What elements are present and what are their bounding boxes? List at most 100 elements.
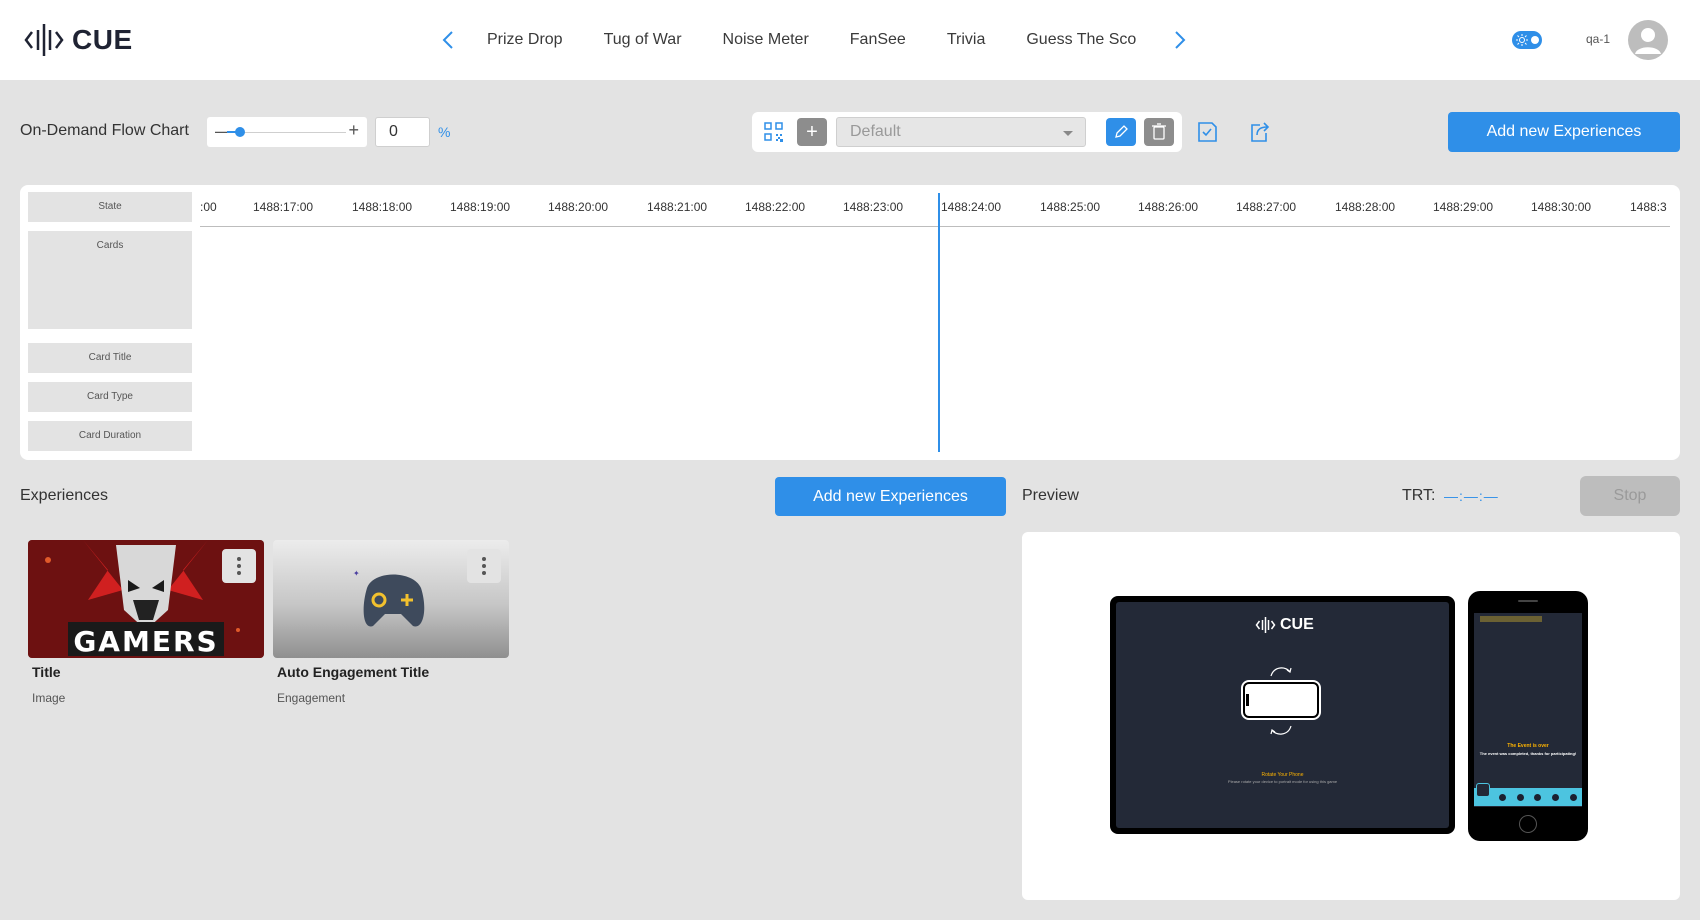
dot: [237, 557, 241, 561]
percent-unit: %: [438, 124, 451, 140]
nav-icon: [1516, 793, 1524, 801]
delete-preset-button[interactable]: [1144, 118, 1174, 146]
experiences-heading: Experiences: [20, 487, 109, 504]
timeline-tick: 1488:19:00: [450, 200, 511, 214]
nav-icon: [1499, 793, 1507, 801]
timeline-tick: 1488:22:00: [745, 200, 806, 214]
rotate-title: Rotate Your Phone: [1261, 772, 1304, 778]
preset-toolbar: + Default: [752, 112, 1182, 152]
slider-thumb[interactable]: [235, 127, 245, 137]
toggle-knob: [1531, 36, 1539, 44]
rotate-arrow-icon: [1270, 725, 1292, 735]
preset-select-value: Default: [850, 123, 901, 140]
caret-down-icon: [1063, 131, 1073, 136]
tablet-logo: CUE: [1255, 616, 1314, 634]
dot: [482, 564, 486, 568]
timeline-tick: 1488:25:00: [1040, 200, 1101, 214]
add-new-experiences-button-secondary[interactable]: Add new Experiences: [775, 477, 1006, 516]
timeline-axis: [200, 226, 1670, 227]
timeline-tick: 1488:30:00: [1531, 200, 1592, 214]
tab-prize-drop[interactable]: Prize Drop: [487, 28, 563, 52]
card-menu-button[interactable]: [222, 549, 256, 583]
preview-panel: CUE Rotate Your Phone Please rotate your…: [1022, 532, 1680, 900]
theme-toggle[interactable]: [1512, 31, 1542, 49]
trt-value: —:—:—: [1444, 488, 1499, 504]
zoom-input[interactable]: 0: [375, 117, 430, 147]
experience-tabs: Prize Drop Tug of War Noise Meter FanSee…: [487, 28, 1140, 52]
trash-icon: [1152, 123, 1166, 140]
tab-trivia[interactable]: Trivia: [947, 28, 986, 52]
add-new-experiences-button[interactable]: Add new Experiences: [1448, 112, 1680, 152]
tablet-logo-text: CUE: [1280, 616, 1314, 633]
timeline-tick: 1488:21:00: [647, 200, 708, 214]
phone-notch: [1246, 694, 1249, 706]
card-menu-button[interactable]: [467, 549, 501, 583]
timeline-playhead[interactable]: [938, 193, 940, 452]
tab-guess-the-score[interactable]: Guess The Sco: [1026, 28, 1140, 52]
tab-tug-of-war[interactable]: Tug of War: [604, 28, 682, 52]
row-label-cards: Cards: [28, 231, 192, 329]
edit-preset-button[interactable]: [1106, 118, 1136, 146]
cue-logo-icon: [24, 24, 64, 56]
chevron-right-icon[interactable]: [1170, 28, 1190, 52]
dot: [482, 557, 486, 561]
user-icon: [1635, 28, 1661, 54]
gamers-logo-text: GAMERS: [73, 625, 218, 658]
phone-title: The Event is over: [1507, 743, 1549, 749]
share-icon[interactable]: [1248, 120, 1270, 144]
dot: [237, 564, 241, 568]
phone-header-bar: [1480, 616, 1542, 622]
row-label-card-type: Card Type: [28, 382, 192, 412]
nav-icon: [1534, 793, 1542, 801]
chevron-left-icon[interactable]: [438, 28, 458, 52]
phone-subtitle: The event was completed, thanks for part…: [1479, 751, 1577, 756]
dot: [482, 571, 486, 575]
tablet-preview: CUE Rotate Your Phone Please rotate your…: [1110, 596, 1455, 834]
timeline-ticks: :00 1488:17:00 1488:18:00 1488:19:00 148…: [200, 200, 1670, 220]
timeline-tick: 1488:24:00: [941, 200, 1002, 214]
phone-nav-bar: [1474, 788, 1582, 806]
sun-icon: [1516, 34, 1528, 46]
nav-icon: [1552, 793, 1560, 801]
tab-fansee[interactable]: FanSee: [850, 28, 906, 52]
qr-code-icon[interactable]: [763, 121, 785, 143]
row-label-card-duration: Card Duration: [28, 421, 192, 451]
user-name: qa-1: [1586, 32, 1611, 46]
top-header: CUE Prize Drop Tug of War Noise Meter Fa…: [0, 0, 1700, 80]
avatar[interactable]: [1628, 20, 1668, 60]
rotate-phone-graphic: [1243, 682, 1319, 718]
card-type: Engagement: [277, 691, 346, 705]
stop-button[interactable]: Stop: [1580, 476, 1680, 516]
phone-home-button: [1519, 815, 1537, 833]
zoom-slider[interactable]: — +: [207, 117, 367, 147]
rotate-arrow-icon: [1270, 667, 1292, 677]
save-icon[interactable]: [1196, 120, 1218, 144]
tablet-screen: CUE Rotate Your Phone Please rotate your…: [1116, 602, 1449, 828]
timeline-tick: 1488:17:00: [253, 200, 314, 214]
preview-heading: Preview: [1022, 487, 1079, 504]
preset-select[interactable]: Default: [836, 117, 1086, 147]
slider-track: [233, 132, 346, 133]
phone-speaker: [1518, 600, 1538, 602]
timeline-tick: 1488:26:00: [1138, 200, 1199, 214]
card-title: Title: [32, 664, 61, 680]
nav-icon: [1569, 793, 1577, 801]
phone-screen: The Event is over The event was complete…: [1474, 613, 1582, 807]
phone-home-icon: [1476, 783, 1490, 797]
app-logo[interactable]: CUE: [24, 22, 133, 58]
zoom-plus-button[interactable]: +: [348, 120, 359, 141]
add-preset-button[interactable]: +: [797, 118, 827, 146]
flow-chart-timeline[interactable]: State Cards Card Title Card Type Card Du…: [20, 185, 1680, 460]
dot: [237, 571, 241, 575]
flow-chart-label: On-Demand Flow Chart: [20, 122, 189, 139]
row-label-card-title: Card Title: [28, 343, 192, 373]
svg-text:✦: ✦: [353, 569, 360, 578]
experience-card-engagement[interactable]: ✦: [273, 540, 509, 658]
experience-card-gamers[interactable]: GAMERS: [28, 540, 264, 658]
cue-logo-icon: [1255, 617, 1276, 633]
timeline-tick: :00: [200, 200, 217, 214]
tab-noise-meter[interactable]: Noise Meter: [723, 28, 809, 52]
timeline-tick: 1488:29:00: [1433, 200, 1494, 214]
rotate-subtitle: Please rotate your device to portrait mo…: [1227, 779, 1338, 784]
timeline-tick: 1488:27:00: [1236, 200, 1297, 214]
